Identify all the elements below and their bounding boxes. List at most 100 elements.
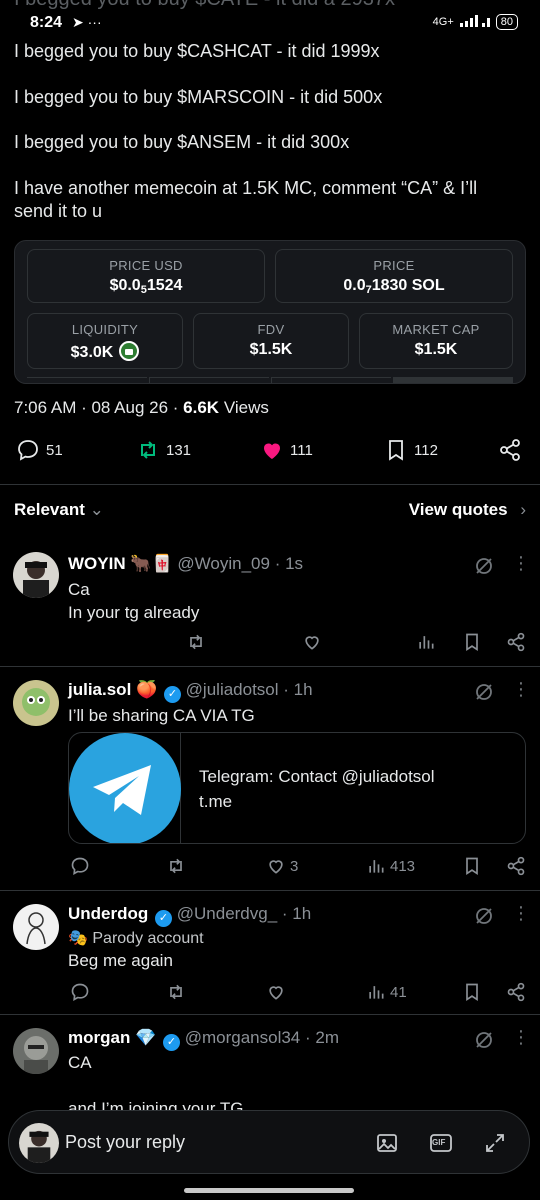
- heart-filled-icon: [260, 438, 284, 462]
- status-bar: I begged you to buy $CATE - it did a 293…: [0, 0, 540, 44]
- name-emoji: 💎: [135, 1028, 157, 1047]
- parody-label: 🎭 Parody account: [68, 927, 204, 950]
- more-options-icon[interactable]: ⋮: [512, 904, 530, 922]
- fdv-box: FDV $1.5K: [193, 313, 349, 369]
- reply-icon: [71, 857, 89, 875]
- reply-action-bar: [0, 632, 540, 656]
- like-button[interactable]: 111: [260, 438, 313, 462]
- liquidity-label: LIQUIDITY: [71, 322, 139, 337]
- chevron-down-icon: ⌄: [89, 500, 104, 519]
- reply-item[interactable]: WOYIN 🐂🀄 @Woyin_09 · 1s Ca In your tg al…: [0, 548, 540, 666]
- repost-button[interactable]: [166, 856, 186, 876]
- view-quotes-link[interactable]: View quotes ›: [409, 500, 526, 520]
- repost-button[interactable]: [186, 632, 206, 652]
- price-sol-box: PRICE 0.071830 SOL: [275, 249, 513, 303]
- like-button[interactable]: [302, 632, 322, 652]
- more-options-icon[interactable]: ⋮: [512, 1028, 530, 1046]
- avatar[interactable]: [13, 552, 59, 598]
- link-preview-card[interactable]: Telegram: Contact @juliadotsol t.me: [68, 732, 526, 844]
- author-name[interactable]: julia.sol: [68, 680, 131, 699]
- views-count: 41: [390, 983, 407, 1001]
- reply-header: morgan 💎 ✓ @morgansol34 · 2m: [68, 1028, 339, 1051]
- price-usd-box: PRICE USD $0.051524: [27, 249, 265, 303]
- reply-button[interactable]: [70, 856, 90, 876]
- reply-action-bar: 3 413: [0, 856, 540, 880]
- link-domain: t.me: [199, 792, 233, 811]
- repost-icon: [136, 438, 160, 462]
- avatar: [19, 1123, 59, 1163]
- more-options-icon[interactable]: ⋮: [512, 680, 530, 698]
- share-icon: [507, 632, 525, 652]
- views-button[interactable]: 41: [366, 982, 407, 1002]
- image-icon[interactable]: [375, 1131, 399, 1155]
- grok-icon[interactable]: [474, 556, 494, 576]
- reply-input-placeholder[interactable]: Post your reply: [65, 1132, 185, 1153]
- reply-button[interactable]: [70, 982, 90, 1002]
- reply-composer[interactable]: Post your reply GIF: [8, 1110, 530, 1174]
- sort-label: Relevant: [14, 500, 85, 519]
- avatar[interactable]: [13, 680, 59, 726]
- bookmark-button[interactable]: [462, 856, 482, 876]
- repost-button[interactable]: 131: [136, 438, 191, 462]
- author-name[interactable]: morgan: [68, 1028, 130, 1047]
- home-indicator[interactable]: [184, 1188, 354, 1193]
- bookmark-button[interactable]: 112: [384, 438, 438, 462]
- reply-text: Ca: [68, 580, 90, 599]
- reply-sort-row: Relevant ⌄ View quotes ›: [14, 500, 526, 526]
- divider: [0, 666, 540, 667]
- heart-icon: [269, 860, 283, 874]
- share-button[interactable]: [498, 438, 522, 462]
- bookmark-button[interactable]: [462, 632, 482, 652]
- avatar[interactable]: [13, 904, 59, 950]
- repost-button[interactable]: [166, 982, 186, 1002]
- repost-icon: [170, 984, 182, 1000]
- chevron-right-icon: ›: [520, 500, 526, 519]
- more-options-icon[interactable]: ⋮: [512, 554, 530, 572]
- like-button[interactable]: [266, 982, 286, 1002]
- bookmark-button[interactable]: [462, 982, 482, 1002]
- reply-item[interactable]: Underdog ✓ @Underdvg_ · 1h 🎭 Parody acco…: [0, 896, 540, 1014]
- views-icon: [419, 636, 434, 649]
- bookmark-icon: [466, 633, 478, 652]
- bookmark-count: 112: [414, 441, 438, 459]
- like-button[interactable]: 3: [266, 856, 298, 876]
- views-button[interactable]: [416, 632, 436, 652]
- views-count: 413: [390, 857, 416, 875]
- market-cap-box: MARKET CAP $1.5K: [359, 313, 513, 369]
- author-name[interactable]: Underdog: [68, 904, 148, 923]
- reply-button[interactable]: 51: [16, 438, 63, 462]
- grok-icon[interactable]: [474, 906, 494, 926]
- grok-icon[interactable]: [474, 682, 494, 702]
- author-name[interactable]: WOYIN: [68, 554, 126, 573]
- grok-icon[interactable]: [474, 1030, 494, 1050]
- tweet-line: I have another memecoin at 1.5K MC, comm…: [14, 178, 478, 198]
- views-button[interactable]: 413: [366, 856, 415, 876]
- divider: [0, 484, 540, 485]
- token-stats-card[interactable]: PRICE USD $0.051524 PRICE 0.071830 SOL L…: [14, 240, 526, 384]
- system-icons: 4G+ 80: [433, 14, 518, 30]
- expand-icon[interactable]: [483, 1131, 507, 1155]
- reply-text: I’ll be sharing CA VIA TG: [68, 706, 255, 725]
- share-button[interactable]: [506, 856, 526, 876]
- avatar[interactable]: [13, 1028, 59, 1074]
- repost-icon: [170, 858, 182, 874]
- author-handle: @morgansol34 · 2m: [184, 1028, 339, 1047]
- share-button[interactable]: [506, 632, 526, 652]
- view-quotes-label: View quotes: [408, 500, 508, 519]
- reply-action-bar: 41: [0, 982, 540, 1006]
- sort-dropdown[interactable]: Relevant ⌄: [14, 500, 104, 519]
- fdv-value: $1.5K: [249, 341, 293, 358]
- verified-badge-icon: ✓: [155, 910, 173, 927]
- divider: [0, 890, 540, 891]
- signal-icon: [459, 14, 490, 30]
- heart-icon: [269, 986, 283, 1000]
- tweet-line: I begged you to buy $ANSEM - it did 300x: [14, 132, 350, 152]
- gif-icon[interactable]: GIF: [429, 1131, 453, 1155]
- tweet-timestamp: 7:06 AM · 08 Aug 26 ·: [14, 398, 184, 417]
- reply-item[interactable]: morgan 💎 ✓ @morgansol34 · 2m CA and I’m …: [0, 1020, 540, 1118]
- reply-text: CA: [68, 1053, 92, 1072]
- views-icon: [369, 860, 384, 873]
- share-button[interactable]: [506, 982, 526, 1002]
- mask-icon: 🎭: [68, 930, 88, 947]
- fdv-label: FDV: [257, 322, 285, 337]
